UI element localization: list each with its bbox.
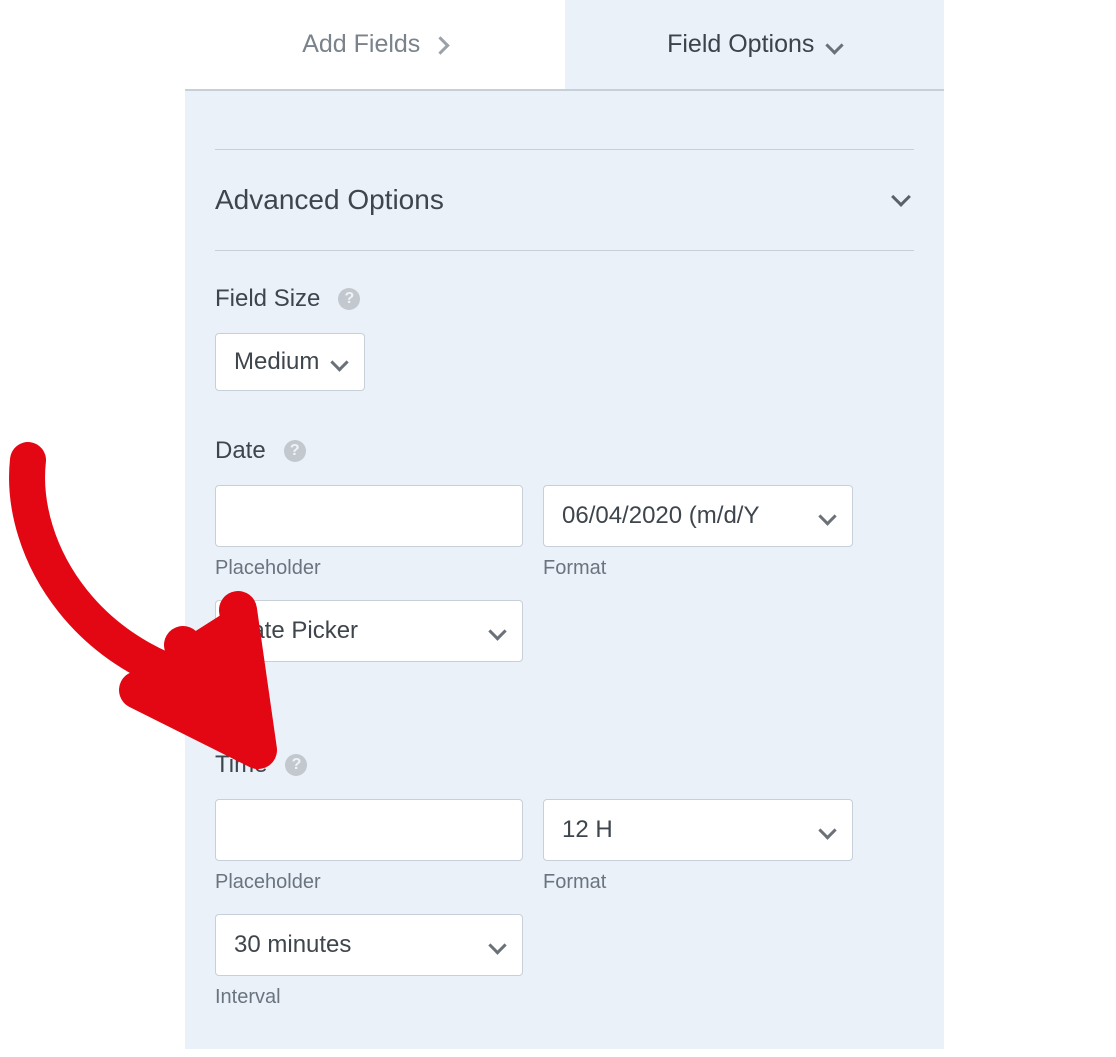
- time-placeholder-sublabel: Placeholder: [215, 871, 523, 894]
- time-interval-select[interactable]: 30 minutes: [215, 914, 523, 976]
- time-label: Time: [215, 751, 267, 779]
- tab-field-options[interactable]: Field Options: [565, 0, 945, 89]
- time-format-select[interactable]: 12 H: [543, 799, 853, 861]
- field-size-value: Medium: [234, 348, 319, 376]
- date-label: Date: [215, 437, 266, 465]
- tab-add-fields[interactable]: Add Fields: [185, 0, 565, 89]
- date-placeholder-input[interactable]: [215, 485, 523, 547]
- date-type-value: Date Picker: [234, 617, 358, 645]
- tab-field-options-label: Field Options: [667, 30, 814, 59]
- advanced-options-accordion[interactable]: Advanced Options: [215, 150, 914, 251]
- chevron-down-icon: [894, 191, 914, 209]
- time-format-value: 12 H: [562, 816, 613, 844]
- date-type-sublabel: Type: [215, 672, 523, 695]
- chevron-right-icon: [434, 30, 447, 59]
- panel-body: Advanced Options Field Size ? Medium Dat…: [185, 149, 944, 1049]
- time-placeholder-input[interactable]: [215, 799, 523, 861]
- date-placeholder-sublabel: Placeholder: [215, 557, 523, 580]
- chevron-down-icon: [821, 502, 834, 530]
- tabs: Add Fields Field Options: [185, 0, 944, 91]
- time-interval-sublabel: Interval: [215, 986, 523, 1009]
- time-interval-value: 30 minutes: [234, 931, 351, 959]
- chevron-down-icon: [333, 348, 346, 376]
- time-format-sublabel: Format: [543, 871, 853, 894]
- date-type-select[interactable]: Date Picker: [215, 600, 523, 662]
- field-size-label-row: Field Size ?: [215, 285, 914, 313]
- date-format-select[interactable]: 06/04/2020 (m/d/Y: [543, 485, 853, 547]
- help-icon[interactable]: ?: [285, 754, 307, 776]
- field-size-select[interactable]: Medium: [215, 333, 365, 391]
- tab-add-fields-label: Add Fields: [302, 30, 420, 59]
- help-icon[interactable]: ?: [338, 288, 360, 310]
- time-label-row: Time ?: [215, 751, 914, 779]
- field-size-label: Field Size: [215, 285, 320, 313]
- date-format-value: 06/04/2020 (m/d/Y: [562, 502, 759, 530]
- chevron-down-icon: [491, 931, 504, 959]
- help-icon[interactable]: ?: [284, 440, 306, 462]
- chevron-down-icon: [821, 816, 834, 844]
- date-format-sublabel: Format: [543, 557, 853, 580]
- date-label-row: Date ?: [215, 437, 914, 465]
- field-options-panel: Add Fields Field Options Advanced Option…: [185, 0, 944, 1049]
- chevron-down-icon: [491, 617, 504, 645]
- accordion-title: Advanced Options: [215, 184, 444, 216]
- chevron-down-icon: [828, 30, 841, 59]
